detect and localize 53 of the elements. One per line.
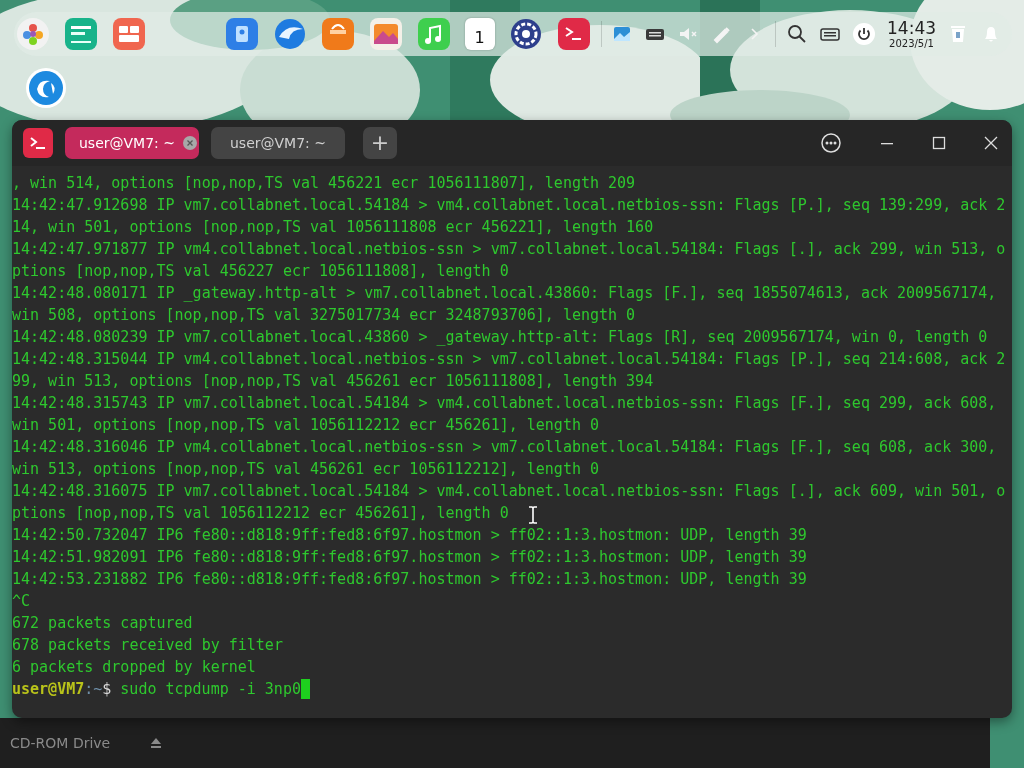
terminal-line: , win 514, options [nop,nop,TS val 456221 ecr 1056111807], length 209 bbox=[12, 173, 636, 194]
calendar-day: 1 bbox=[474, 26, 485, 50]
prompt-path: :~ bbox=[84, 679, 103, 700]
tab[interactable]: user@VM7: ~ bbox=[65, 127, 199, 159]
close-icon[interactable] bbox=[984, 136, 998, 150]
terminal-line: ptions [nop,nop,TS val 456227 ecr 1056111808], length 0 bbox=[12, 261, 509, 282]
text-cursor bbox=[300, 679, 310, 699]
terminal-line: 14:42:48.315044 IP vm4.collabnet.local.netbios-ssn > vm7.collabnet.local.54184: Flags [P.], seq 214:608, ack 2 bbox=[12, 349, 1006, 370]
terminal-line: 6 packets dropped by kernel bbox=[12, 657, 256, 678]
terminal-line: 14:42:48.316075 IP vm7.collabnet.local.54184 > vm4.collabnet.local.netbios-ssn: Flags [.], ack 609, win 501, o bbox=[12, 481, 1006, 502]
terminal-icon[interactable] bbox=[556, 17, 591, 51]
search-icon[interactable] bbox=[786, 23, 808, 45]
clock-time: 14:43 bbox=[887, 18, 936, 38]
terminal-line: 14:42:53.231882 IP6 fe80::d818:9ff:fed8:6f97.hostmon > ff02::1:3.hostmon: UDP, length 39 bbox=[12, 569, 807, 590]
terminal-line: 14:42:48.080239 IP vm7.collabnet.local.43860 > _gateway.http-alt: Flags [R], seq 2009567174, win 0, length 0 bbox=[12, 327, 988, 348]
window-list-icon[interactable] bbox=[64, 17, 98, 51]
maximize-icon[interactable] bbox=[932, 136, 946, 150]
terminal-line: ptions [nop,nop,TS val 1056112212 ecr 456261], length 0 bbox=[12, 503, 509, 524]
launcher-icon[interactable] bbox=[16, 17, 50, 51]
more-icon[interactable] bbox=[820, 132, 842, 154]
calendar-icon[interactable]: 1 bbox=[464, 18, 495, 50]
desktop-app-icon[interactable] bbox=[25, 67, 67, 109]
terminal-line: 14:42:47.971877 IP vm4.collabnet.local.netbios-ssn > vm7.collabnet.local.54184: Flags [.], ack 299, win 513, o bbox=[12, 239, 1006, 260]
file-manager-icon[interactable] bbox=[224, 17, 259, 51]
terminal-line: win 501, options [nop,nop,TS val 1056112212 ecr 456261], length 0 bbox=[12, 415, 599, 436]
power-icon[interactable] bbox=[852, 22, 876, 46]
eject-icon[interactable] bbox=[150, 737, 163, 749]
prompt-user: user@VM7 bbox=[12, 679, 85, 700]
terminal-line: 14:42:50.732047 IP6 fe80::d818:9ff:fed8:6f97.hostmon > ff02::1:3.hostmon: UDP, length 39 bbox=[12, 525, 807, 546]
multitask-icon[interactable] bbox=[112, 17, 146, 51]
terminal-line: 678 packets received by filter bbox=[12, 635, 283, 656]
terminal-line: win 508, options [nop,nop,TS val 3275017734 ecr 3248793706], length 0 bbox=[12, 305, 636, 326]
terminal-line: 99, win 513, options [nop,nop,TS val 456261 ecr 1056111808], length 394 bbox=[12, 371, 654, 392]
terminal-line: ^C bbox=[12, 591, 31, 612]
terminal-icon bbox=[23, 128, 53, 158]
photos-icon[interactable] bbox=[368, 17, 403, 51]
terminal-line: 14:42:47.912698 IP vm7.collabnet.local.54184 > vm4.collabnet.local.netbios-ssn: Flags [P.], seq 139:299, ack 2 bbox=[12, 195, 1006, 216]
terminal-line: 672 packets captured bbox=[12, 613, 193, 634]
tab[interactable]: user@VM7: ~ bbox=[211, 127, 345, 159]
music-icon[interactable] bbox=[416, 17, 451, 51]
clock-date: 2023/5/1 bbox=[889, 37, 934, 50]
terminal-line: 14:42:48.080171 IP _gateway.http-alt > vm7.collabnet.local.43860: Flags [F.], seq 1855074613, ack 2009567174, bbox=[12, 283, 997, 304]
prompt-symbol: $ bbox=[102, 679, 112, 700]
new-tab-button[interactable]: + bbox=[363, 127, 397, 159]
mouse-cursor-icon bbox=[528, 506, 538, 524]
command-text: sudo tcpdump -i 3np0 bbox=[120, 679, 301, 700]
settings-icon[interactable] bbox=[508, 17, 543, 51]
terminal-line: win 513, options [nop,nop,TS val 456261 ecr 1056112212], length 0 bbox=[12, 459, 599, 480]
drive-label: CD-ROM Drive bbox=[10, 735, 111, 751]
terminal-line: 14, win 501, options [nop,nop,TS val 1056111808 ecr 456221], length 160 bbox=[12, 217, 654, 238]
terminal-line: 14:42:51.982091 IP6 fe80::d818:9ff:fed8:6f97.hostmon > ff02::1:3.hostmon: UDP, length 39 bbox=[12, 547, 807, 568]
terminal-line: 14:42:48.316046 IP vm4.collabnet.local.netbios-ssn > vm7.collabnet.local.54184: Flags [F.], seq 608, ack 300, bbox=[12, 437, 997, 458]
terminal-line: 14:42:48.315743 IP vm7.collabnet.local.54184 > vm4.collabnet.local.netbios-ssn: Flags [F.], seq 299, ack 608, bbox=[12, 393, 997, 414]
